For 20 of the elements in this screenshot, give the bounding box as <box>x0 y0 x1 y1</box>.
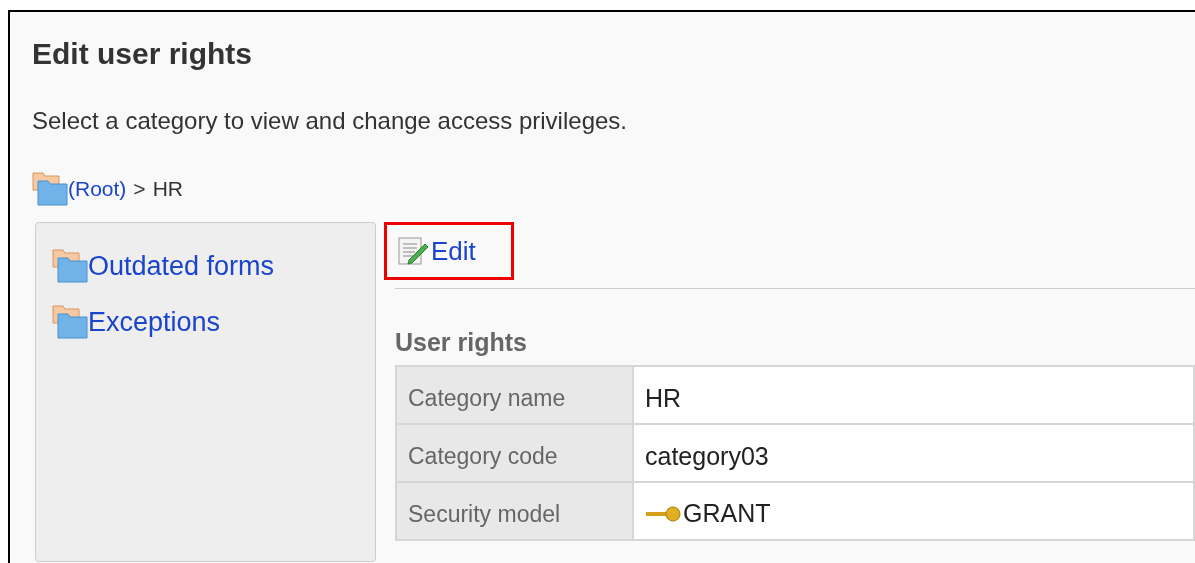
row-value: HR <box>645 383 682 415</box>
row-label: Security model <box>396 482 633 540</box>
page-description: Select a category to view and change access privileges. <box>32 106 628 136</box>
breadcrumb-current: HR <box>152 176 183 202</box>
breadcrumb-separator: > <box>133 176 146 202</box>
breadcrumb-root-link[interactable]: (Root) <box>68 176 127 202</box>
edit-link[interactable]: Edit <box>384 222 514 280</box>
folder-icon <box>32 172 68 206</box>
page-title: Edit user rights <box>32 36 254 72</box>
row-label: Category name <box>396 366 633 424</box>
section-heading: User rights <box>395 327 528 357</box>
row-value: GRANT <box>683 498 771 530</box>
edit-document-icon <box>397 236 429 266</box>
folder-icon <box>52 249 88 283</box>
folder-icon <box>52 305 88 339</box>
key-icon <box>645 504 681 525</box>
row-value: category03 <box>645 441 769 473</box>
row-label: Category code <box>396 424 633 482</box>
category-link[interactable]: Outdated forms <box>88 251 275 281</box>
category-link[interactable]: Exceptions <box>88 307 221 337</box>
